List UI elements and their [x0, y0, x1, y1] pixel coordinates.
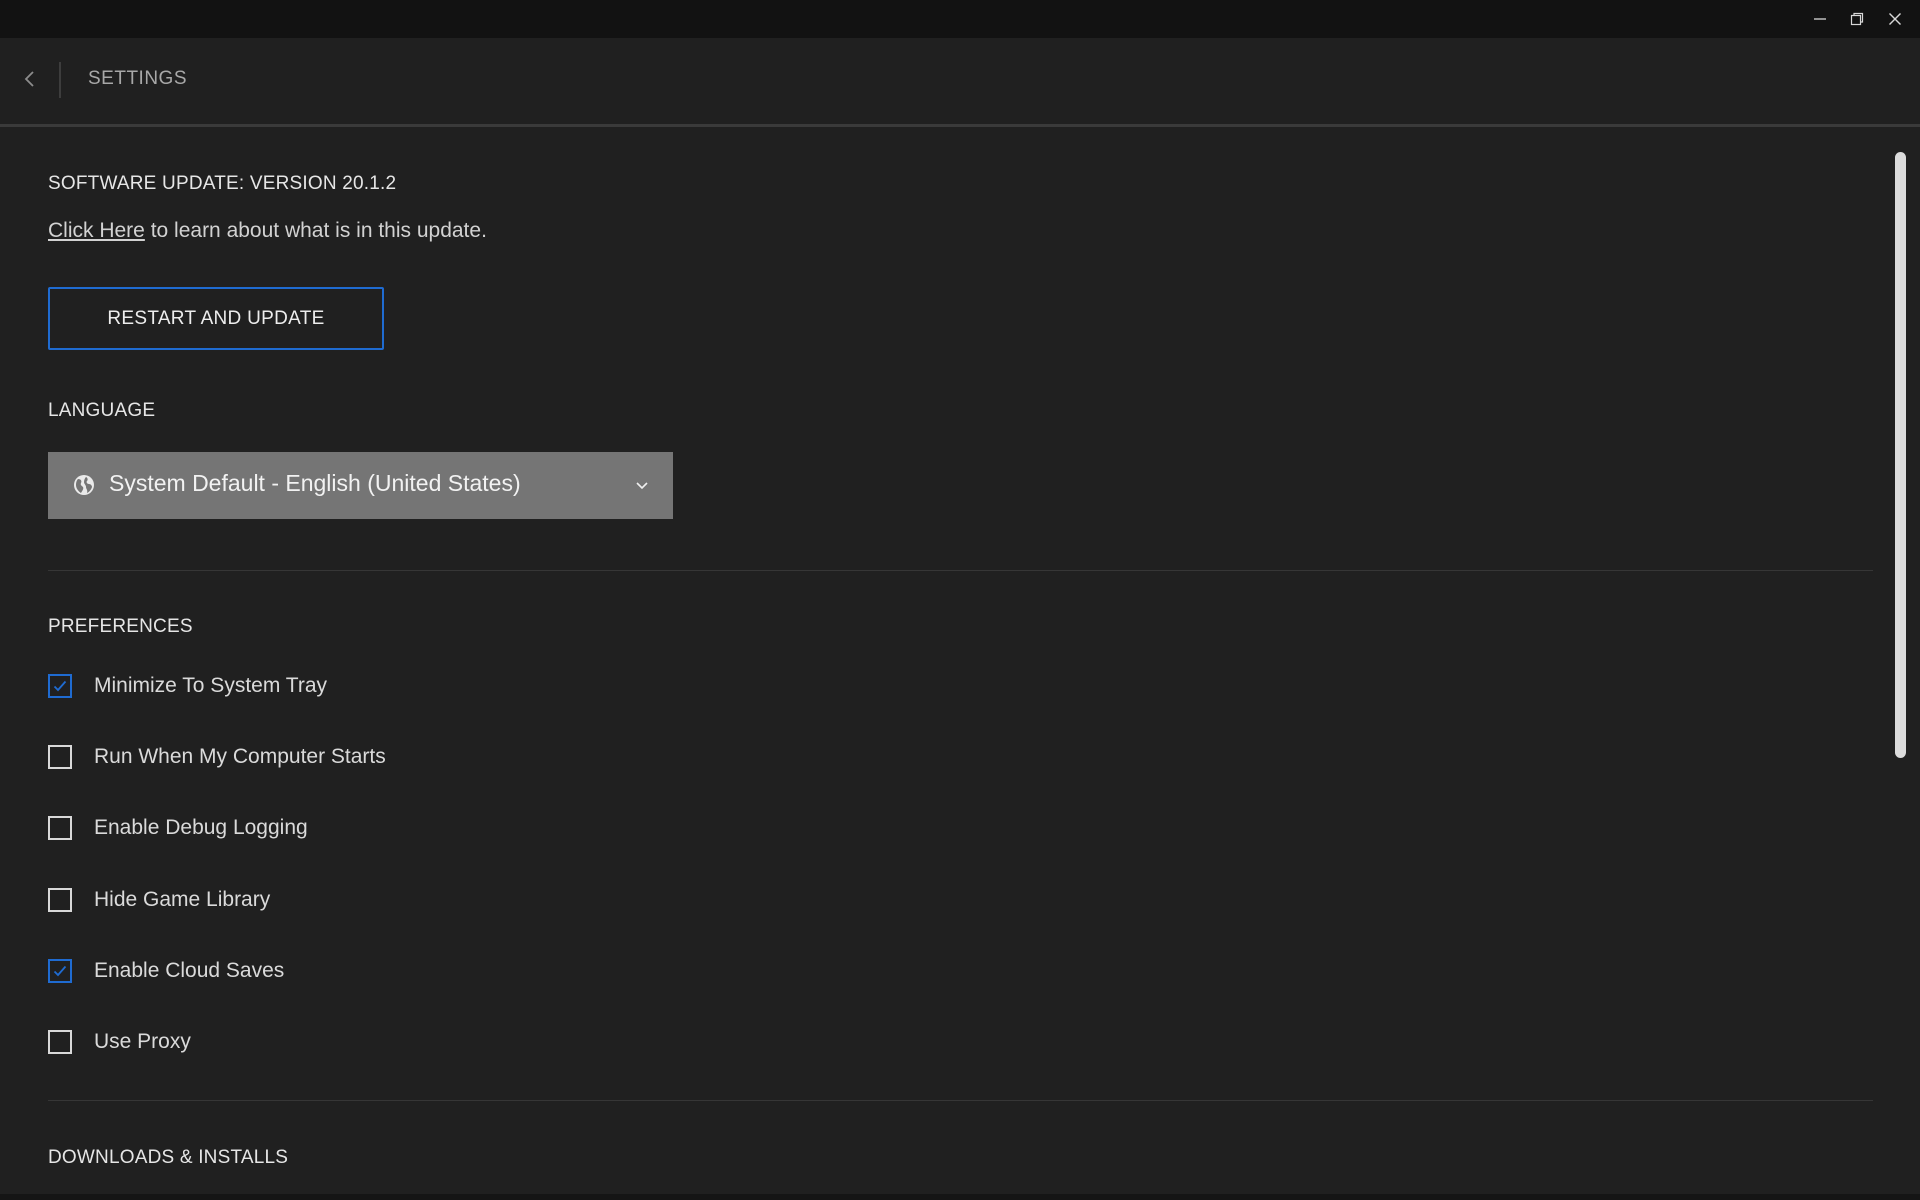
restore-button[interactable]	[1838, 0, 1875, 38]
pref-label: Enable Debug Logging	[94, 816, 308, 839]
minimize-icon	[1813, 18, 1826, 20]
language-selected-value: System Default - English (United States)	[109, 470, 521, 496]
chevron-left-icon	[24, 71, 34, 87]
minimize-button[interactable]	[1801, 0, 1838, 38]
globe-icon	[74, 475, 94, 495]
checkbox-unchecked[interactable]	[48, 1030, 72, 1054]
checkbox-checked[interactable]	[48, 959, 72, 983]
pref-label: Minimize To System Tray	[94, 674, 327, 697]
window-titlebar	[0, 0, 1920, 38]
pref-use-proxy[interactable]: Use Proxy	[48, 1027, 191, 1057]
checkbox-unchecked[interactable]	[48, 888, 72, 912]
page-title: SETTINGS	[88, 68, 188, 89]
pref-label: Enable Cloud Saves	[94, 959, 285, 982]
back-button[interactable]	[14, 63, 46, 95]
pref-label: Hide Game Library	[94, 888, 271, 911]
pref-minimize-to-tray[interactable]: Minimize To System Tray	[48, 671, 327, 701]
checkbox-unchecked[interactable]	[48, 816, 72, 840]
pref-cloud-saves[interactable]: Enable Cloud Saves	[48, 956, 284, 986]
checkmark-icon	[53, 965, 67, 977]
checkbox-unchecked[interactable]	[48, 745, 72, 769]
pref-debug-logging[interactable]: Enable Debug Logging	[48, 813, 308, 843]
pref-run-on-startup[interactable]: Run When My Computer Starts	[48, 742, 386, 772]
update-info-line: Click Here to learn about what is in thi…	[48, 219, 487, 243]
section-divider	[48, 1100, 1873, 1101]
pref-label: Run When My Computer Starts	[94, 745, 386, 768]
bottom-edge	[0, 1194, 1920, 1200]
close-button[interactable]	[1876, 0, 1913, 38]
checkbox-checked[interactable]	[48, 674, 72, 698]
preferences-title: PREFERENCES	[48, 616, 193, 637]
pref-hide-game-library[interactable]: Hide Game Library	[48, 885, 270, 915]
scrollbar-thumb[interactable]	[1895, 152, 1906, 758]
update-info-text: to learn about what is in this update.	[144, 219, 487, 242]
software-update-title: SOFTWARE UPDATE: VERSION 20.1.2	[48, 173, 397, 194]
click-here-link[interactable]: Click Here	[48, 219, 145, 242]
header-divider	[59, 62, 61, 98]
checkmark-icon	[53, 680, 67, 692]
chevron-down-icon	[636, 482, 648, 490]
restore-icon	[1850, 12, 1863, 26]
language-title: LANGUAGE	[48, 400, 156, 421]
pref-label: Use Proxy	[94, 1030, 191, 1053]
language-dropdown[interactable]: System Default - English (United States)	[48, 452, 673, 519]
settings-content: SOFTWARE UPDATE: VERSION 20.1.2 Click He…	[0, 127, 1920, 1200]
downloads-installs-title: DOWNLOADS & INSTALLS	[48, 1147, 289, 1168]
page-header: SETTINGS	[0, 38, 1920, 127]
close-icon	[1888, 13, 1901, 25]
restart-and-update-button[interactable]: RESTART AND UPDATE	[48, 287, 384, 350]
section-divider	[48, 570, 1873, 571]
